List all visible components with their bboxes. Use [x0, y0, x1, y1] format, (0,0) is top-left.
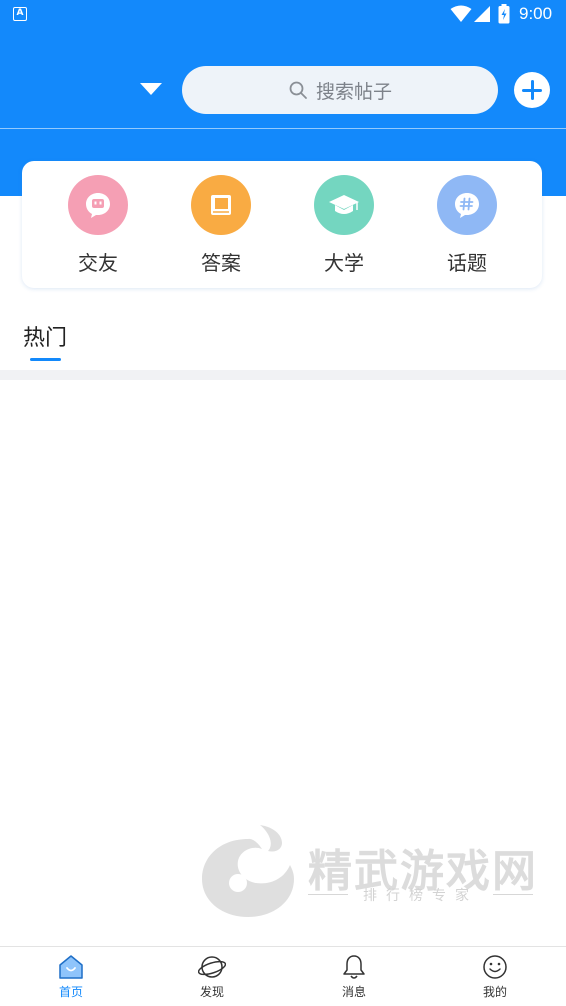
search-input[interactable]: 搜索帖子 — [182, 66, 498, 114]
category-label: 大学 — [324, 251, 364, 275]
status-time: 9:00 — [519, 4, 553, 23]
category-answers[interactable]: 答案 — [171, 175, 271, 285]
status-bar: A 9:00 — [0, 0, 566, 30]
page: A 9:00 搜索帖子 交友 答案 大学 话题 热门 精武游戏网 排行榜专家 首… — [0, 0, 566, 1006]
category-label: 交友 — [78, 251, 118, 275]
watermark-subtitle: 排行榜专家 — [308, 885, 533, 905]
nav-home[interactable]: 首页 — [31, 953, 111, 1006]
smiley-icon — [483, 955, 507, 979]
watermark: 精武游戏网 排行榜专家 — [198, 823, 538, 923]
category-label: 话题 — [447, 251, 487, 275]
hashtag-icon — [437, 175, 497, 235]
graduation-cap-icon — [314, 175, 374, 235]
tab-hot[interactable]: 热门 — [23, 320, 67, 352]
home-icon — [59, 955, 83, 979]
search-placeholder: 搜索帖子 — [315, 80, 392, 103]
nav-label: 首页 — [58, 985, 83, 999]
nav-messages[interactable]: 消息 — [314, 953, 394, 1006]
nav-label: 发现 — [199, 985, 224, 999]
watermark-logo-icon — [202, 825, 294, 917]
nav-label: 消息 — [341, 985, 366, 999]
bottom-nav: 首页 发现 消息 我的 — [0, 946, 566, 1006]
tab-indicator — [30, 358, 61, 361]
nav-profile[interactable]: 我的 — [455, 953, 535, 1006]
dropdown-arrow-icon[interactable] — [140, 83, 162, 95]
category-topics[interactable]: 话题 — [417, 175, 517, 285]
wifi-icon — [450, 5, 472, 22]
category-card: 交友 答案 大学 话题 — [22, 161, 542, 288]
add-post-button[interactable] — [514, 72, 550, 108]
search-icon — [289, 81, 307, 99]
header-divider — [0, 128, 566, 129]
section-divider — [0, 370, 566, 380]
signal-icon — [474, 6, 490, 22]
chat-bubble-icon — [68, 175, 128, 235]
bell-icon — [343, 955, 365, 979]
app-notification-icon: A — [13, 7, 27, 21]
category-label: 答案 — [201, 251, 241, 275]
nav-label: 我的 — [482, 985, 507, 999]
category-friends[interactable]: 交友 — [48, 175, 148, 285]
planet-icon — [198, 956, 226, 978]
book-icon — [191, 175, 251, 235]
nav-discover[interactable]: 发现 — [172, 953, 252, 1006]
category-university[interactable]: 大学 — [294, 175, 394, 285]
battery-icon — [498, 4, 510, 24]
